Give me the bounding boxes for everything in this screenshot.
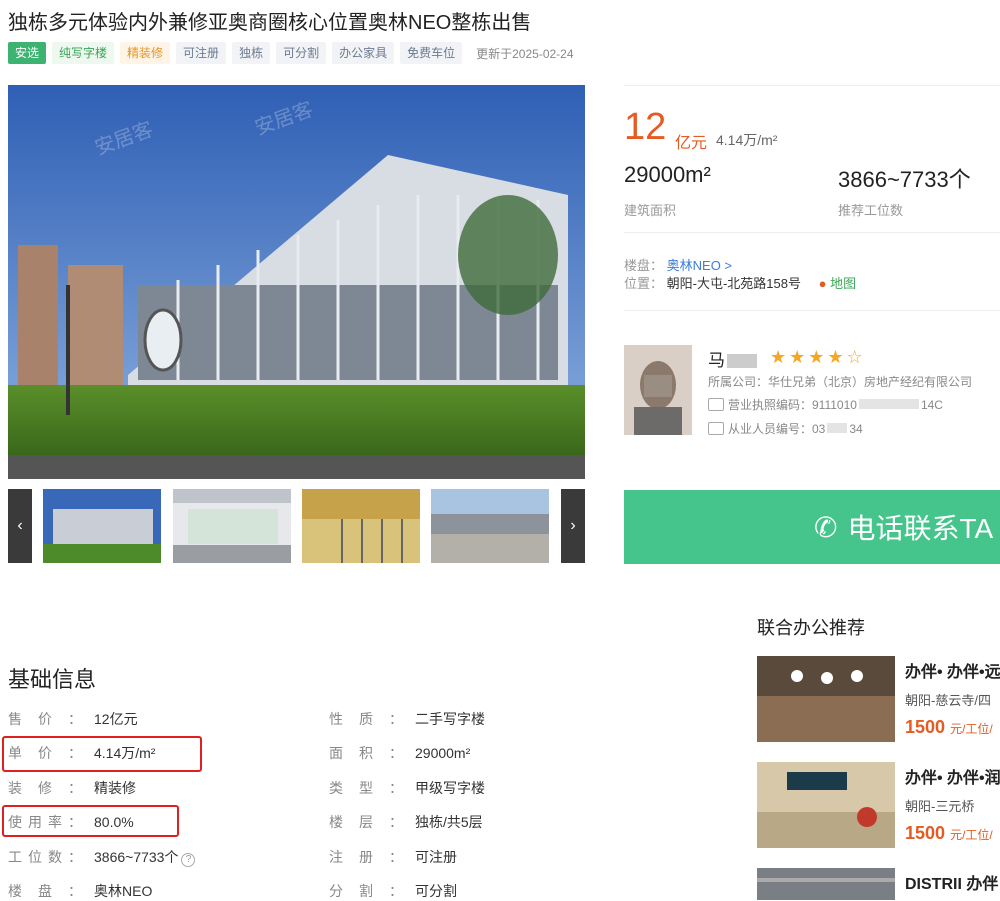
id-card-icon	[708, 398, 724, 411]
help-icon[interactable]: ?	[181, 853, 196, 867]
agent-cert: 从业人员编号：03 34	[708, 420, 863, 437]
info-area: 面积： 29000m²	[329, 745, 471, 761]
recommend-image-1[interactable]	[757, 656, 895, 742]
prev-arrow-icon[interactable]: ‹	[8, 489, 32, 563]
agent-company: 所属公司：华仕兄弟（北京）房地产经纪有限公司	[708, 375, 973, 389]
agent-avatar[interactable]	[624, 345, 692, 435]
tag-decoration: 精装修	[120, 42, 171, 64]
highlight-box	[2, 805, 179, 837]
blur-mask	[827, 423, 848, 433]
tag-list: 安选 纯写字楼 精装修 可注册 独栋 可分割 办公家具 免费车位 更新于2025…	[8, 42, 574, 64]
info-type: 类型： 甲级写字楼	[329, 780, 485, 796]
basic-info-title: 基础信息	[8, 667, 97, 692]
tag-standalone: 独栋	[232, 42, 271, 64]
recommend-name-3[interactable]: DISTRII 办伴	[905, 870, 998, 894]
info-floor: 楼层： 独栋/共5层	[329, 814, 483, 830]
tag-anxuan: 安选	[8, 42, 47, 64]
info-division: 分割： 可分割	[329, 883, 457, 899]
tag-divisible: 可分割	[276, 42, 327, 64]
thumbnail-4[interactable]	[431, 489, 549, 563]
main-photo[interactable]: 安居客 安居客	[8, 85, 585, 479]
listing-title: 独栋多元体验内外兼修亚奥商圈核心位置奥林NEO整栋出售	[8, 12, 532, 34]
property-row: 楼盘： 奥林NEO >	[624, 255, 732, 274]
call-agent-button[interactable]: ✆ 电话联系TA	[624, 490, 1000, 564]
tag-parking: 免费车位	[400, 42, 463, 64]
recommend-name-2[interactable]: 办伴• 办伴•润	[905, 764, 1000, 788]
total-price-unit: 亿元	[675, 135, 708, 152]
id-card-icon	[708, 422, 724, 435]
location-value: 朝阳-大屯-北苑路158号	[666, 276, 801, 291]
info-decoration: 装修： 精装修	[8, 780, 136, 796]
thumbnail-2[interactable]	[173, 489, 291, 563]
blur-mask	[858, 399, 919, 409]
updated-date: 更新于2025-02-24	[476, 46, 574, 61]
recommend-loc-2: 朝阳-三元桥	[905, 799, 975, 814]
property-link[interactable]: 奥林NEO >	[667, 258, 732, 273]
blur-mask	[727, 354, 757, 368]
next-arrow-icon[interactable]: ›	[561, 489, 585, 563]
area-label: 建筑面积	[624, 203, 677, 218]
workstation-label: 推荐工位数	[838, 203, 904, 218]
unit-price: 4.14万/m²	[716, 132, 778, 148]
location-label: 位置：	[624, 276, 664, 291]
recommend-loc-1: 朝阳-慈云寺/四	[905, 693, 991, 708]
area-value: 29000m²	[624, 162, 711, 187]
total-price: 12	[624, 106, 667, 148]
recommend-title: 联合办公推荐	[757, 618, 865, 638]
map-link[interactable]: ● 地图	[819, 276, 857, 291]
info-nature: 性质： 二手写字楼	[329, 711, 485, 727]
recommend-image-2[interactable]	[757, 762, 895, 848]
tag-furniture: 办公家具	[332, 42, 395, 64]
info-property: 楼盘： 奥林NEO	[8, 883, 153, 899]
recommend-price-1: 1500 元/工位/	[905, 717, 993, 737]
recommend-price-2: 1500 元/工位/	[905, 823, 993, 843]
agent-name[interactable]: 马	[708, 346, 757, 371]
divider	[624, 310, 1000, 311]
phone-icon: ✆	[814, 511, 838, 543]
divider	[624, 85, 1000, 86]
rating-stars-icon: ★★★★☆	[770, 347, 866, 367]
agent-license: 营业执照编码：9111010 14C	[708, 396, 943, 413]
info-sale-price: 售价： 12亿元	[8, 711, 138, 727]
thumbnail-strip: ‹ ›	[8, 489, 585, 563]
tag-office: 纯写字楼	[52, 42, 115, 64]
thumbnail-3[interactable]	[302, 489, 420, 563]
thumbnail-1[interactable]	[43, 489, 161, 563]
highlight-box	[2, 736, 202, 772]
workstation-value: 3866~7733个	[838, 167, 971, 192]
info-workstations: 工位数： 3866~7733个?	[8, 847, 196, 867]
property-label: 楼盘：	[624, 258, 664, 273]
location-row: 位置： 朝阳-大屯-北苑路158号 ● 地图	[624, 273, 856, 292]
info-registration: 注册： 可注册	[329, 849, 457, 865]
map-pin-icon: ●	[818, 276, 827, 291]
divider	[624, 232, 1000, 233]
tag-registrable: 可注册	[176, 42, 227, 64]
recommend-image-3[interactable]	[757, 868, 895, 900]
recommend-name-1[interactable]: 办伴• 办伴•远	[905, 658, 1000, 682]
